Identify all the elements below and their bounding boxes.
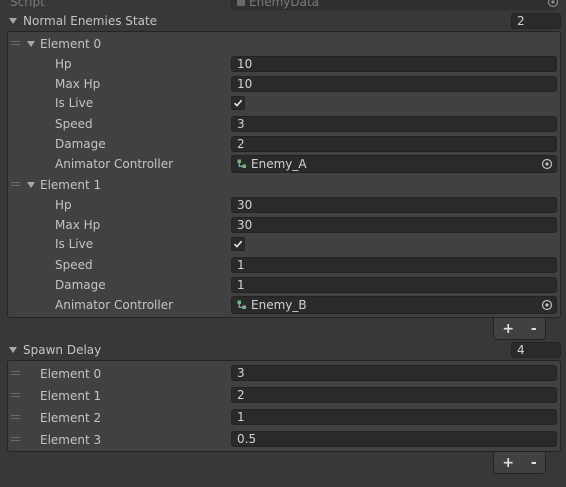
animator-controller-field[interactable]: Enemy_A <box>231 155 557 173</box>
speed-field[interactable]: 1 <box>231 257 557 273</box>
add-element-button[interactable]: + <box>502 322 514 336</box>
animator-controller-label: Animator Controller <box>55 157 174 171</box>
spawn-delay-label[interactable]: Spawn Delay <box>23 341 101 359</box>
drag-handle-icon[interactable] <box>11 437 20 441</box>
spawn-delay-element-field[interactable]: 0.5 <box>231 431 557 447</box>
remove-element-button[interactable]: - <box>531 322 537 336</box>
spawn-delay-element-field[interactable]: 2 <box>231 387 557 403</box>
element-0-title[interactable]: Element 0 <box>40 35 101 53</box>
hp-field[interactable]: 30 <box>231 197 557 213</box>
script-target-icon[interactable] <box>547 0 559 11</box>
object-picker-icon[interactable] <box>540 298 554 312</box>
remove-element-button[interactable]: - <box>531 456 537 470</box>
checkmark-icon <box>233 99 243 107</box>
object-picker-icon[interactable] <box>540 157 554 171</box>
is-live-label: Is Live <box>55 237 94 251</box>
drag-handle-icon[interactable] <box>11 182 20 186</box>
is-live-checkbox[interactable] <box>231 237 245 251</box>
max-hp-field[interactable]: 30 <box>231 217 557 233</box>
hp-label: Hp <box>55 198 72 212</box>
hp-field[interactable]: 10 <box>231 56 557 72</box>
is-live-label: Is Live <box>55 96 94 110</box>
drag-handle-icon[interactable] <box>11 41 20 45</box>
max-hp-label: Max Hp <box>55 77 101 91</box>
max-hp-label: Max Hp <box>55 218 101 232</box>
speed-field[interactable]: 3 <box>231 116 557 132</box>
spawn-delay-element-label: Element 2 <box>40 411 102 425</box>
element-0-foldout-icon[interactable] <box>27 41 35 47</box>
animator-controller-value: Enemy_A <box>251 156 307 171</box>
normal-enemies-size-field[interactable]: 2 <box>511 13 561 29</box>
spawn-delay-size-field[interactable]: 4 <box>511 342 561 358</box>
add-element-button[interactable]: + <box>502 456 514 470</box>
damage-label: Damage <box>55 278 106 292</box>
damage-label: Damage <box>55 137 106 151</box>
speed-label: Speed <box>55 117 93 131</box>
element-1-title[interactable]: Element 1 <box>40 176 101 194</box>
spawn-delay-element-label: Element 3 <box>40 433 102 447</box>
animator-controller-label: Animator Controller <box>55 298 174 312</box>
spawn-delay-foldout-icon[interactable] <box>9 347 17 353</box>
checkmark-icon <box>233 240 243 248</box>
damage-field[interactable]: 2 <box>231 136 557 152</box>
drag-handle-icon[interactable] <box>11 415 20 419</box>
script-file-icon <box>237 0 245 6</box>
drag-handle-icon[interactable] <box>11 371 20 375</box>
script-label: Script <box>10 0 45 9</box>
damage-field[interactable]: 1 <box>231 277 557 293</box>
script-field[interactable]: EnemyData <box>231 0 557 10</box>
normal-enemies-foldout-icon[interactable] <box>9 18 17 24</box>
drag-handle-icon[interactable] <box>11 393 20 397</box>
is-live-checkbox[interactable] <box>231 96 245 110</box>
normal-enemies-add-remove-bar: + - <box>493 318 546 340</box>
normal-enemies-label[interactable]: Normal Enemies State <box>23 12 157 30</box>
spawn-delay-add-remove-bar: + - <box>493 452 546 474</box>
script-value: EnemyData <box>249 0 320 9</box>
animator-controller-field[interactable]: Enemy_B <box>231 296 557 314</box>
spawn-delay-element-label: Element 1 <box>40 389 102 403</box>
animator-controller-icon <box>237 159 246 168</box>
animator-controller-icon <box>237 300 246 309</box>
spawn-delay-element-field[interactable]: 1 <box>231 409 557 425</box>
animator-controller-value: Enemy_B <box>251 297 307 312</box>
element-1-foldout-icon[interactable] <box>27 182 35 188</box>
hp-label: Hp <box>55 57 72 71</box>
spawn-delay-element-field[interactable]: 3 <box>231 365 557 381</box>
speed-label: Speed <box>55 258 93 272</box>
max-hp-field[interactable]: 10 <box>231 76 557 92</box>
spawn-delay-element-label: Element 0 <box>40 367 102 381</box>
